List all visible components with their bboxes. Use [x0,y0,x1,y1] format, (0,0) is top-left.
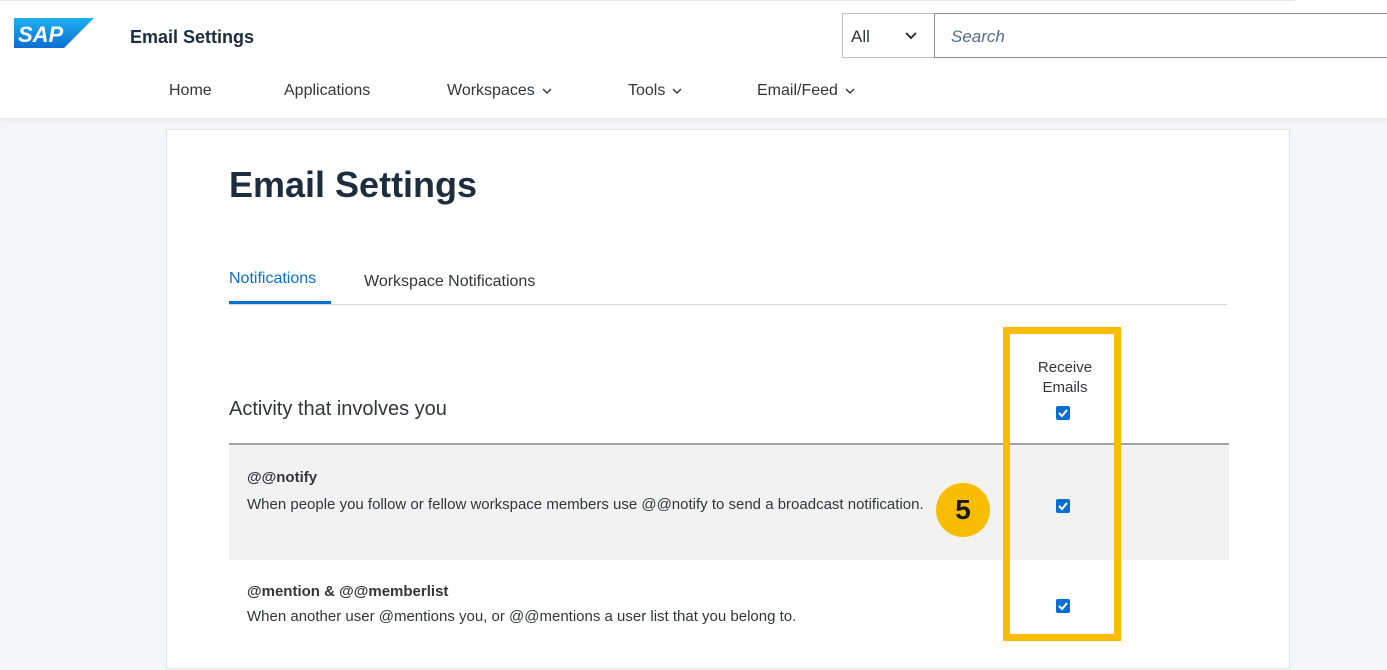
section-heading: Activity that involves you [229,398,447,420]
nav-item-label: Applications [284,82,371,99]
row-title: @mention & @@memberlist [247,583,449,600]
active-tab-indicator [229,301,331,304]
row-description: When people you follow or fellow workspa… [247,496,924,513]
nav-item-label: Tools [628,82,666,99]
logo-text: SAP [18,22,64,47]
tab-label: Notifications [229,270,317,287]
nav-item-home[interactable]: Home [169,82,212,100]
step-number-badge: 5 [936,483,990,537]
search-input[interactable]: Search [934,13,1387,58]
chevron-down-icon [905,32,917,40]
search-scope-select[interactable]: All [842,13,934,58]
nav-item-applications[interactable]: Applications [284,82,370,100]
settings-card: Email Settings Notifications Workspace N… [166,129,1290,669]
search-placeholder: Search [951,27,1005,46]
chevron-down-icon [672,88,682,94]
row-description: When another user @mentions you, or @@me… [247,608,797,625]
nav-item-label: Workspaces [447,82,535,99]
nav-item-workspaces[interactable]: Workspaces [447,82,553,100]
nav-item-tools[interactable]: Tools [628,82,683,100]
highlight-box [1003,327,1121,641]
shell-bar: SAP Email Settings All Search Home Appli… [0,0,1387,118]
nav-item-label: Email/Feed [757,82,838,99]
nav-item-label: Home [169,82,212,99]
tab-notifications[interactable]: Notifications [229,270,331,304]
tab-label: Workspace Notifications [364,273,536,290]
chevron-down-icon [845,88,855,94]
top-divider [0,0,1295,1]
search-scope-value: All [851,27,870,46]
sap-logo[interactable]: SAP [14,18,94,48]
sap-logo-icon: SAP [14,18,94,48]
tab-workspace-notifications[interactable]: Workspace Notifications [364,273,535,291]
tab-bar: Notifications Workspace Notifications [229,270,1227,305]
page-title: Email Settings [229,164,478,205]
app-title: Email Settings [130,27,255,47]
row-title: @@notify [247,469,318,486]
chevron-down-icon [542,88,552,94]
nav-item-email-feed[interactable]: Email/Feed [757,82,856,100]
top-navigation: Home Applications Workspaces Tools Email… [0,82,1387,108]
